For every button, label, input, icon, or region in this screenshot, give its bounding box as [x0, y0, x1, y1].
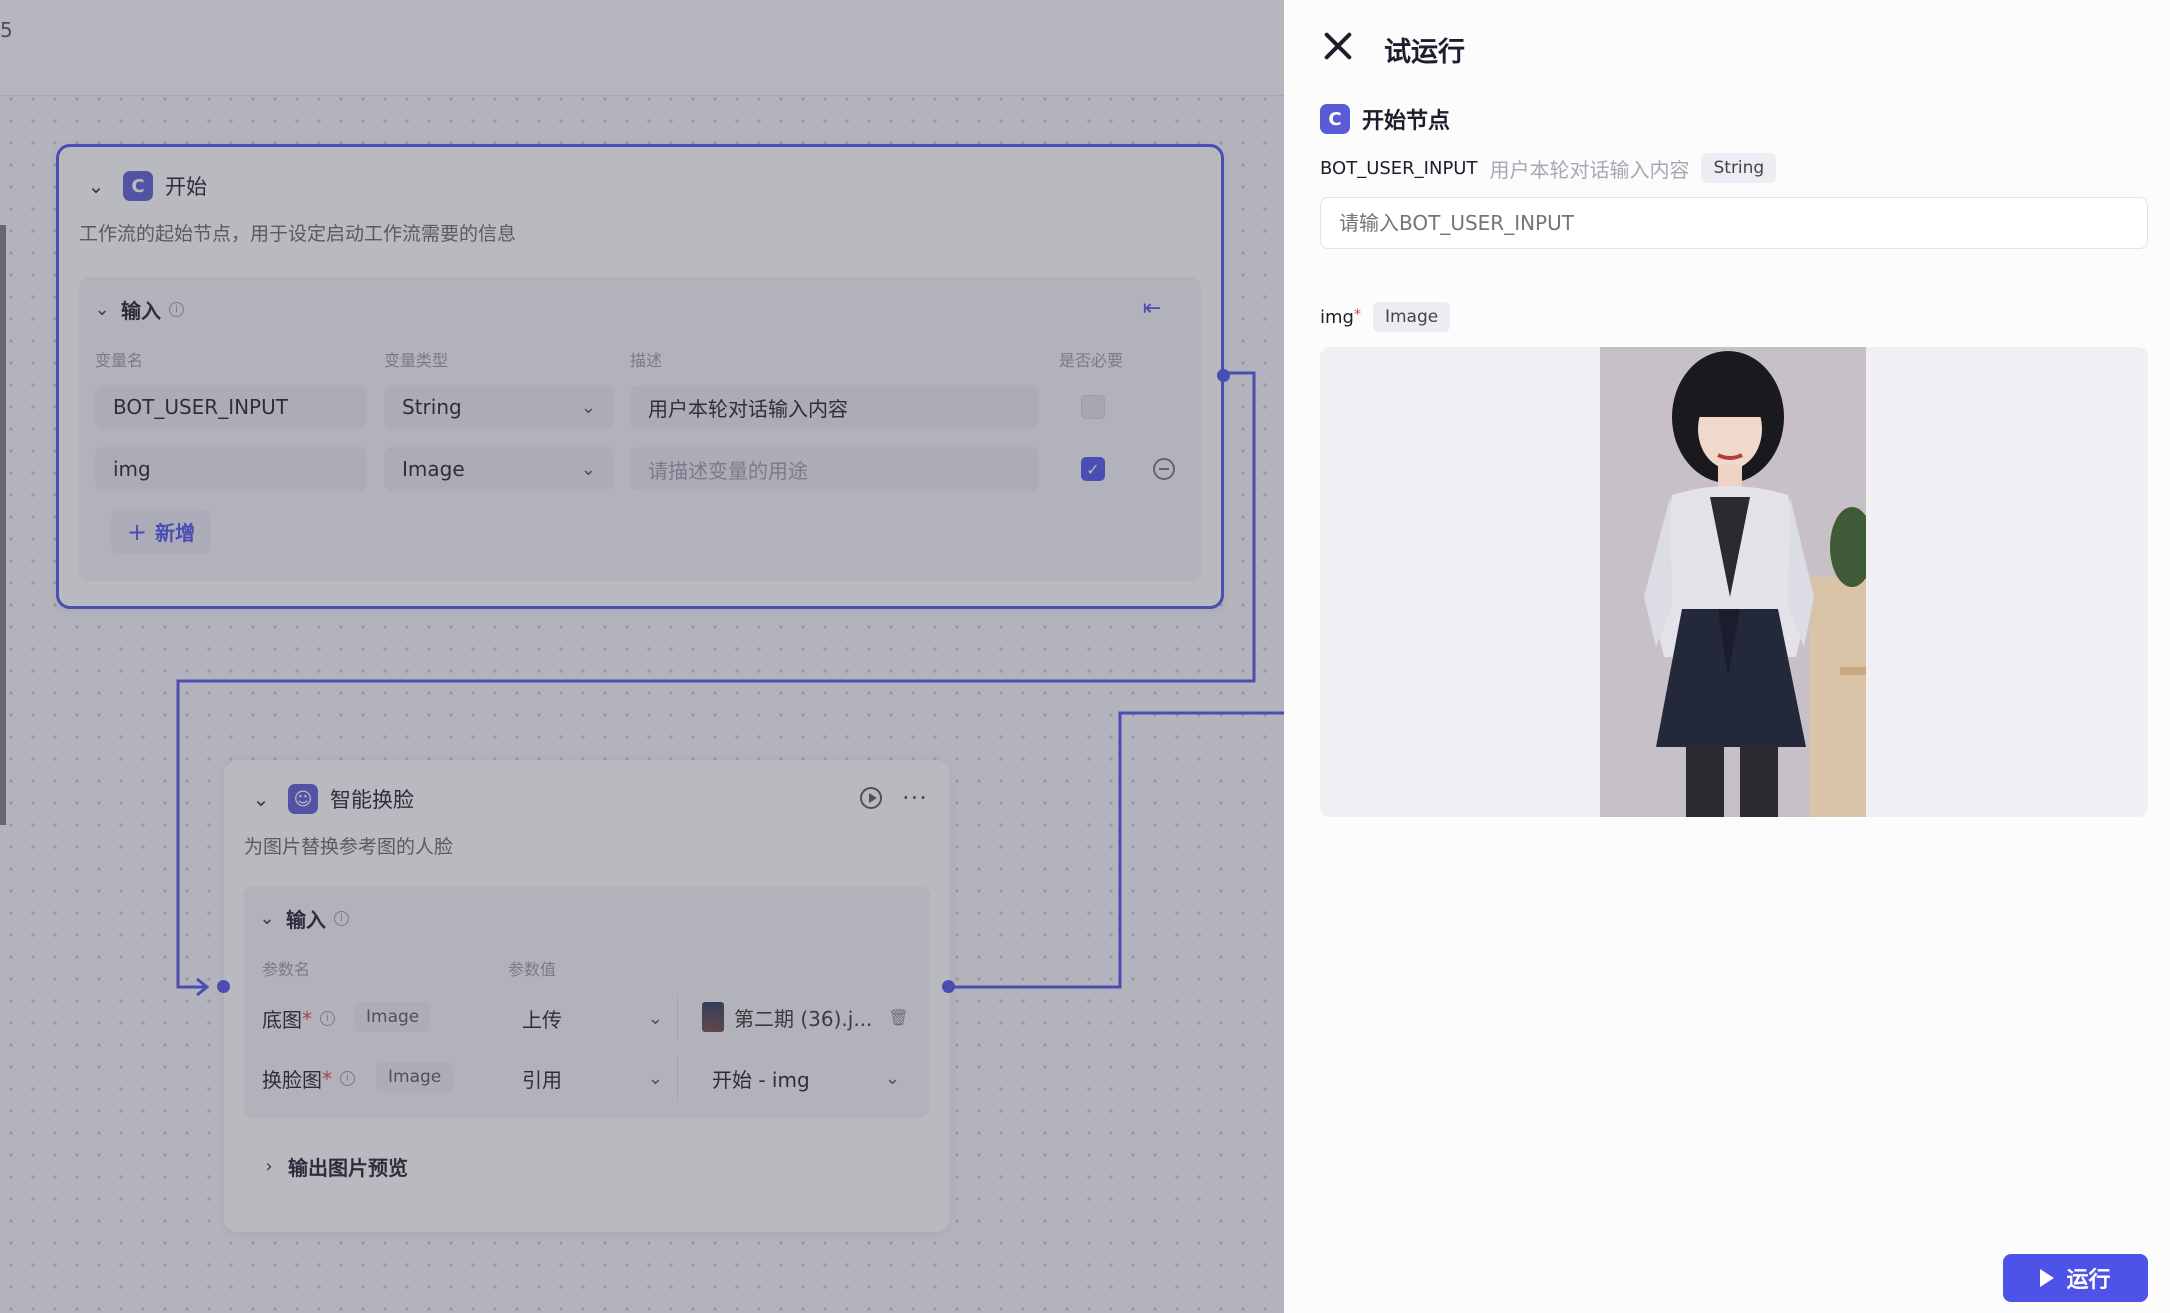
- var-name: img*: [1320, 307, 1361, 328]
- bot-user-input-field[interactable]: [1320, 197, 2148, 249]
- test-run-panel: 试运行 C 开始节点 BOT_USER_INPUT 用户本轮对话输入内容 Str…: [1284, 0, 2170, 1313]
- modal-overlay[interactable]: [0, 0, 1284, 1313]
- var-type-tag: String: [1701, 153, 1777, 183]
- play-icon: [2040, 1269, 2055, 1287]
- image-preview[interactable]: [1320, 347, 2148, 817]
- workflow-canvas[interactable]: 5 ⌄ C 开始 工作流的起始节点，用于设定启动工作流需要的信息 ⌄ 输入 i …: [0, 0, 1284, 1313]
- img-var-name: img: [1320, 306, 1354, 328]
- var-type-tag: Image: [1372, 302, 1451, 332]
- start-node-icon: C: [1320, 104, 1350, 134]
- required-mark: *: [1353, 306, 1361, 323]
- start-node-heading: C 开始节点: [1320, 103, 1450, 135]
- run-label: 运行: [2066, 1268, 2111, 1293]
- img-label-row: img* Image: [1320, 302, 1451, 332]
- panel-title: 试运行: [1384, 37, 1465, 68]
- close-icon[interactable]: [1322, 30, 1354, 62]
- run-button[interactable]: 运行: [2003, 1254, 2148, 1302]
- bot-user-input-label-row: BOT_USER_INPUT 用户本轮对话输入内容 String: [1320, 153, 1777, 183]
- var-name: BOT_USER_INPUT: [1320, 157, 1478, 179]
- start-node-label: 开始节点: [1362, 109, 1451, 134]
- uploaded-photo: [1600, 347, 1866, 817]
- var-description: 用户本轮对话输入内容: [1489, 157, 1690, 182]
